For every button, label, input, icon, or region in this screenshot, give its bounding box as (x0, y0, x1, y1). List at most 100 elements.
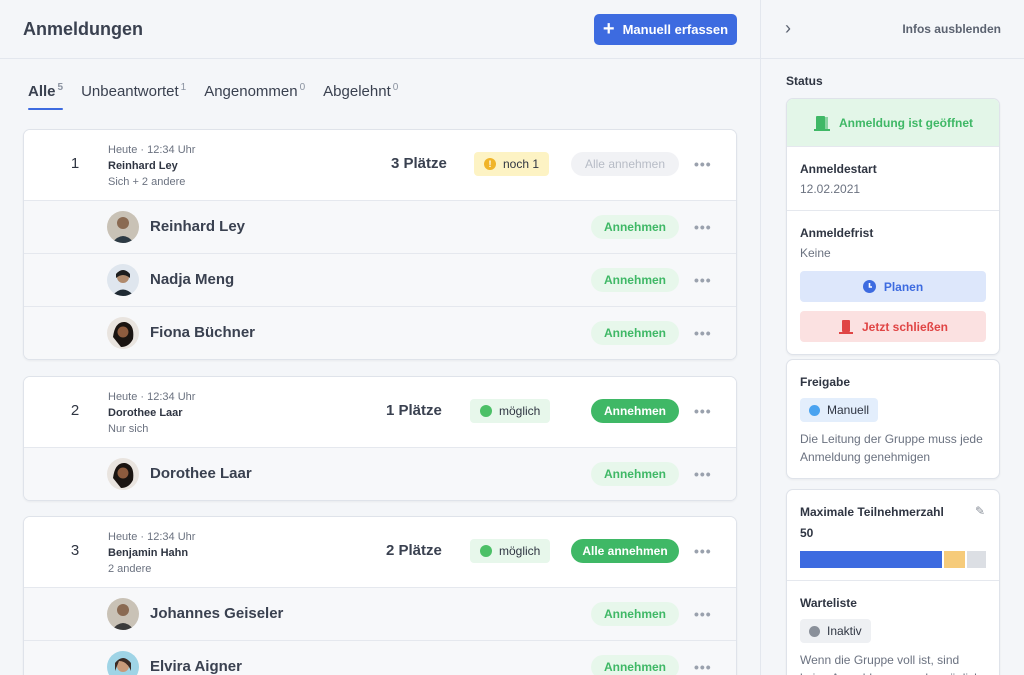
start-title: Anmeldestart (800, 162, 877, 176)
accept-button[interactable]: Annehmen (591, 321, 679, 345)
person-name: Dorothee Laar (150, 465, 252, 482)
registration-group-card: 2 Heute · 12:34 Uhr Dorothee Laar Nur si… (23, 376, 737, 501)
accept-button[interactable]: Annehmen (591, 215, 679, 239)
release-description: Die Leitung der Gruppe muss jede Anmeldu… (800, 432, 983, 464)
person-row: Johannes Geiseler Annehmen ••• (24, 587, 736, 640)
status-dot-icon (480, 405, 492, 417)
waitlist-status-chip: Inaktiv (800, 619, 871, 643)
tab-accepted[interactable]: Angenommen 0 (204, 82, 305, 110)
plus-icon: + (602, 17, 615, 40)
availability-badge: möglich (470, 399, 551, 423)
person-row: Reinhard Ley Annehmen ••• (24, 200, 736, 253)
person-name: Fiona Büchner (150, 324, 256, 341)
waitlist-description: Wenn die Gruppe voll ist, sind keine Anm… (800, 653, 981, 675)
waitlist-section: Warteliste Inaktiv Wenn die Gruppe voll … (787, 580, 999, 675)
page-title: Anmeldungen (23, 19, 143, 39)
tab-label: Unbeantwortet (81, 83, 179, 100)
capacity-accepted-segment (800, 551, 942, 568)
availability-label: noch 1 (503, 157, 540, 171)
tab-count: 0 (392, 82, 399, 93)
registration-start-section: Anmeldestart 12.02.2021 (787, 146, 999, 210)
group-header: 3 Heute · 12:34 Uhr Benjamin Hahn 2 ande… (24, 517, 736, 587)
status-dot-icon (809, 404, 820, 416)
waitlist-status-label: Inaktiv (827, 624, 862, 638)
availability-badge: ! noch 1 (474, 152, 550, 176)
person-row: Dorothee Laar Annehmen ••• (24, 447, 736, 500)
accept-button[interactable]: Annehmen (591, 655, 679, 675)
plan-label: Planen (883, 279, 924, 294)
person-name: Nadja Meng (150, 271, 235, 288)
availability-badge: möglich (470, 539, 551, 563)
group-meta: Heute · 12:34 Uhr Dorothee Laar Nur sich (108, 389, 195, 437)
tab-count: 0 (299, 82, 306, 93)
avatar (107, 458, 139, 490)
sidebar-header: › Infos ausblenden (761, 0, 1024, 59)
registration-open-banner: Anmeldung ist geöffnet (787, 99, 999, 146)
accept-group-button[interactable]: Annehmen (591, 399, 679, 423)
group-contact-name: Benjamin Hahn (108, 547, 189, 559)
group-number: 1 (70, 155, 80, 172)
plan-button[interactable]: Planen (800, 271, 986, 302)
more-options-icon[interactable]: ••• (694, 606, 712, 622)
group-number: 3 (70, 542, 80, 559)
group-time: Heute · 12:34 Uhr (108, 531, 196, 543)
group-time: Heute · 12:34 Uhr (108, 144, 196, 156)
group-places: 2 Plätze (386, 542, 442, 559)
status-dot-icon (480, 545, 492, 557)
group-subtext: Nur sich (108, 423, 149, 435)
more-options-icon[interactable]: ••• (694, 272, 712, 288)
tab-count: 1 (180, 82, 187, 93)
accept-button[interactable]: Annehmen (591, 602, 679, 626)
more-options-icon[interactable]: ••• (694, 543, 712, 559)
more-options-icon[interactable]: ••• (694, 325, 712, 341)
avatar (107, 264, 139, 296)
open-door-icon (814, 115, 830, 131)
manual-entry-label: Manuell erfassen (622, 22, 729, 37)
capacity-bar (800, 551, 986, 568)
max-value: 50 (800, 526, 814, 540)
accept-all-button[interactable]: Alle annehmen (571, 152, 679, 176)
availability-label: möglich (499, 544, 541, 558)
close-now-label: Jetzt schließen (861, 319, 949, 334)
closed-door-icon (838, 320, 853, 334)
group-subtext: Sich + 2 andere (108, 176, 186, 188)
group-time: Heute · 12:34 Uhr (108, 391, 196, 403)
more-options-icon[interactable]: ••• (694, 659, 712, 675)
tab-count: 5 (57, 82, 64, 93)
filter-tabs: Alle 5 Unbeantwortet 1 Angenommen 0 Abgeleh… (28, 82, 398, 110)
tab-unanswered[interactable]: Unbeantwortet 1 (81, 82, 186, 110)
capacity-free-segment (967, 551, 986, 568)
capacity-card: Maximale Teilnehmerzahl ✎ 50 Warteliste … (786, 489, 1000, 675)
accept-all-button[interactable]: Alle annehmen (571, 539, 679, 563)
more-options-icon[interactable]: ••• (694, 219, 712, 235)
accept-button[interactable]: Annehmen (591, 268, 679, 292)
info-sidebar: › Infos ausblenden Status Anmeldung ist … (760, 0, 1024, 675)
group-header: 1 Heute · 12:34 Uhr Reinhard Ley Sich + … (24, 130, 736, 200)
group-places: 3 Plätze (391, 155, 447, 172)
tab-all[interactable]: Alle 5 (28, 82, 64, 110)
more-options-icon[interactable]: ••• (694, 466, 712, 482)
edit-pencil-icon[interactable]: ✎ (975, 504, 985, 518)
max-participants-section: Maximale Teilnehmerzahl ✎ 50 (787, 490, 999, 580)
more-options-icon[interactable]: ••• (694, 156, 712, 172)
open-banner-label: Anmeldung ist geöffnet (839, 115, 973, 130)
avatar (107, 211, 139, 243)
group-meta: Heute · 12:34 Uhr Reinhard Ley Sich + 2 … (108, 142, 195, 190)
more-options-icon[interactable]: ••• (694, 403, 712, 419)
avatar (107, 317, 139, 349)
avatar (107, 598, 139, 630)
status-heading: Status (786, 74, 823, 88)
registration-deadline-section: Anmeldefrist Keine Planen Jetzt schließe… (787, 210, 999, 354)
waitlist-title: Warteliste (800, 596, 857, 610)
manual-entry-button[interactable]: + Manuell erfassen (594, 14, 737, 45)
tab-label: Abgelehnt (323, 83, 391, 100)
registrations-main: Anmeldungen + Manuell erfassen Alle 5 Unb… (0, 0, 760, 675)
chevron-right-icon[interactable]: › (785, 18, 791, 39)
tab-rejected[interactable]: Abgelehnt 0 (323, 82, 398, 110)
close-now-button[interactable]: Jetzt schließen (800, 311, 986, 342)
warning-icon: ! (484, 158, 496, 170)
hide-info-button[interactable]: Infos ausblenden (902, 22, 1001, 36)
release-mode-chip: Manuell (800, 398, 879, 422)
accept-button[interactable]: Annehmen (591, 462, 679, 486)
start-value: 12.02.2021 (800, 182, 861, 196)
